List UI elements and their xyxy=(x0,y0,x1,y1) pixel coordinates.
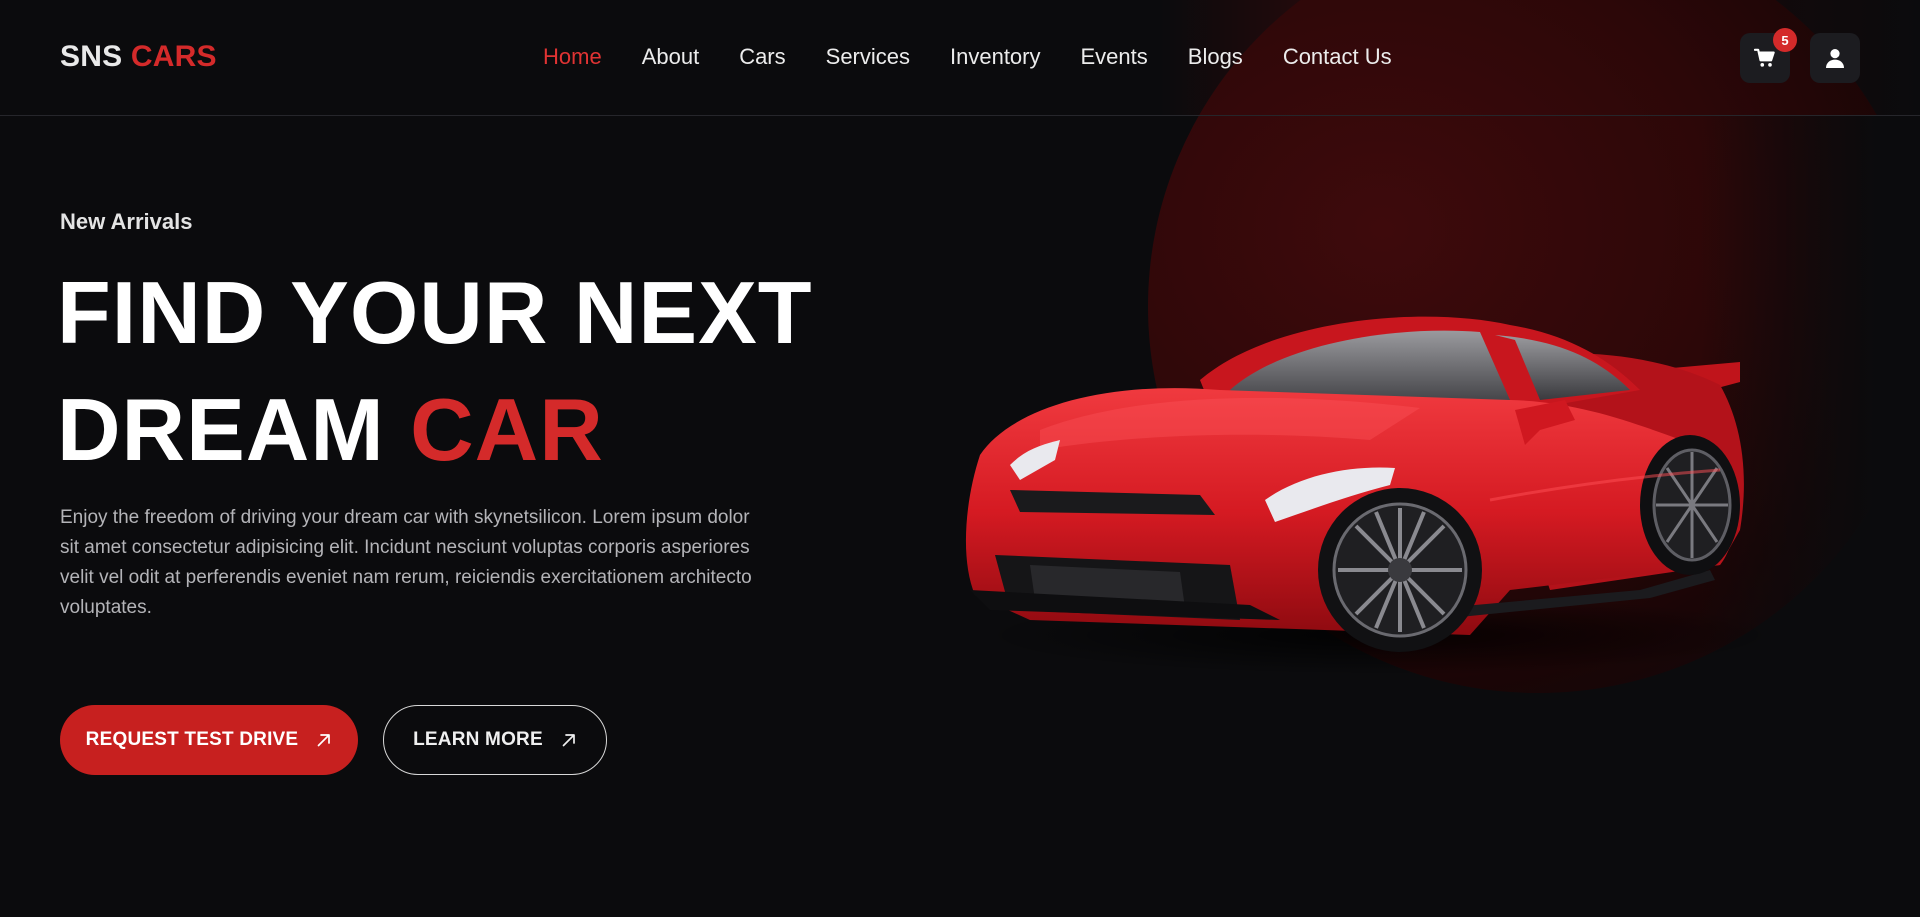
headline-line-2-white: DREAM xyxy=(57,380,385,479)
cart-count-badge: 5 xyxy=(1773,28,1797,52)
nav-contact-us[interactable]: Contact Us xyxy=(1283,44,1392,70)
learn-more-button[interactable]: LEARN MORE xyxy=(383,705,607,775)
learn-more-label: LEARN MORE xyxy=(413,729,543,750)
nav-about[interactable]: About xyxy=(642,44,700,70)
hero-eyebrow: New Arrivals xyxy=(60,209,193,234)
nav-events[interactable]: Events xyxy=(1081,44,1148,70)
nav-cars[interactable]: Cars xyxy=(739,44,785,70)
red-sports-car-image xyxy=(965,316,1780,675)
user-icon xyxy=(1826,49,1844,68)
cart-button[interactable]: 5 xyxy=(1740,28,1797,83)
brand-name-part1: SNS xyxy=(60,40,123,73)
headline-line-2-red: CAR xyxy=(410,380,604,479)
headline-line-1: FIND YOUR NEXT xyxy=(57,263,813,362)
nav-home[interactable]: Home xyxy=(543,44,602,70)
brand-logo[interactable]: SNS CARS xyxy=(60,40,217,74)
account-button[interactable] xyxy=(1810,33,1860,83)
nav-services[interactable]: Services xyxy=(826,44,910,70)
nav-inventory[interactable]: Inventory xyxy=(950,44,1041,70)
hero-headline: FIND YOUR NEXT DREAM CAR xyxy=(57,254,813,488)
cart-icon xyxy=(1754,48,1775,67)
main-nav: Home About Cars Services Inventory Event… xyxy=(543,44,1392,70)
request-test-drive-button[interactable]: REQUEST TEST DRIVE xyxy=(60,705,358,775)
brand-name-part2: CARS xyxy=(130,40,217,73)
site-header: SNS CARS Home About Cars Services Invent… xyxy=(0,0,1920,116)
hero-description: Enjoy the freedom of driving your dream … xyxy=(60,507,752,618)
arrow-up-right-icon xyxy=(562,734,575,747)
arrow-up-right-icon xyxy=(317,734,331,747)
nav-blogs[interactable]: Blogs xyxy=(1188,44,1243,70)
request-test-drive-label: REQUEST TEST DRIVE xyxy=(85,729,299,750)
